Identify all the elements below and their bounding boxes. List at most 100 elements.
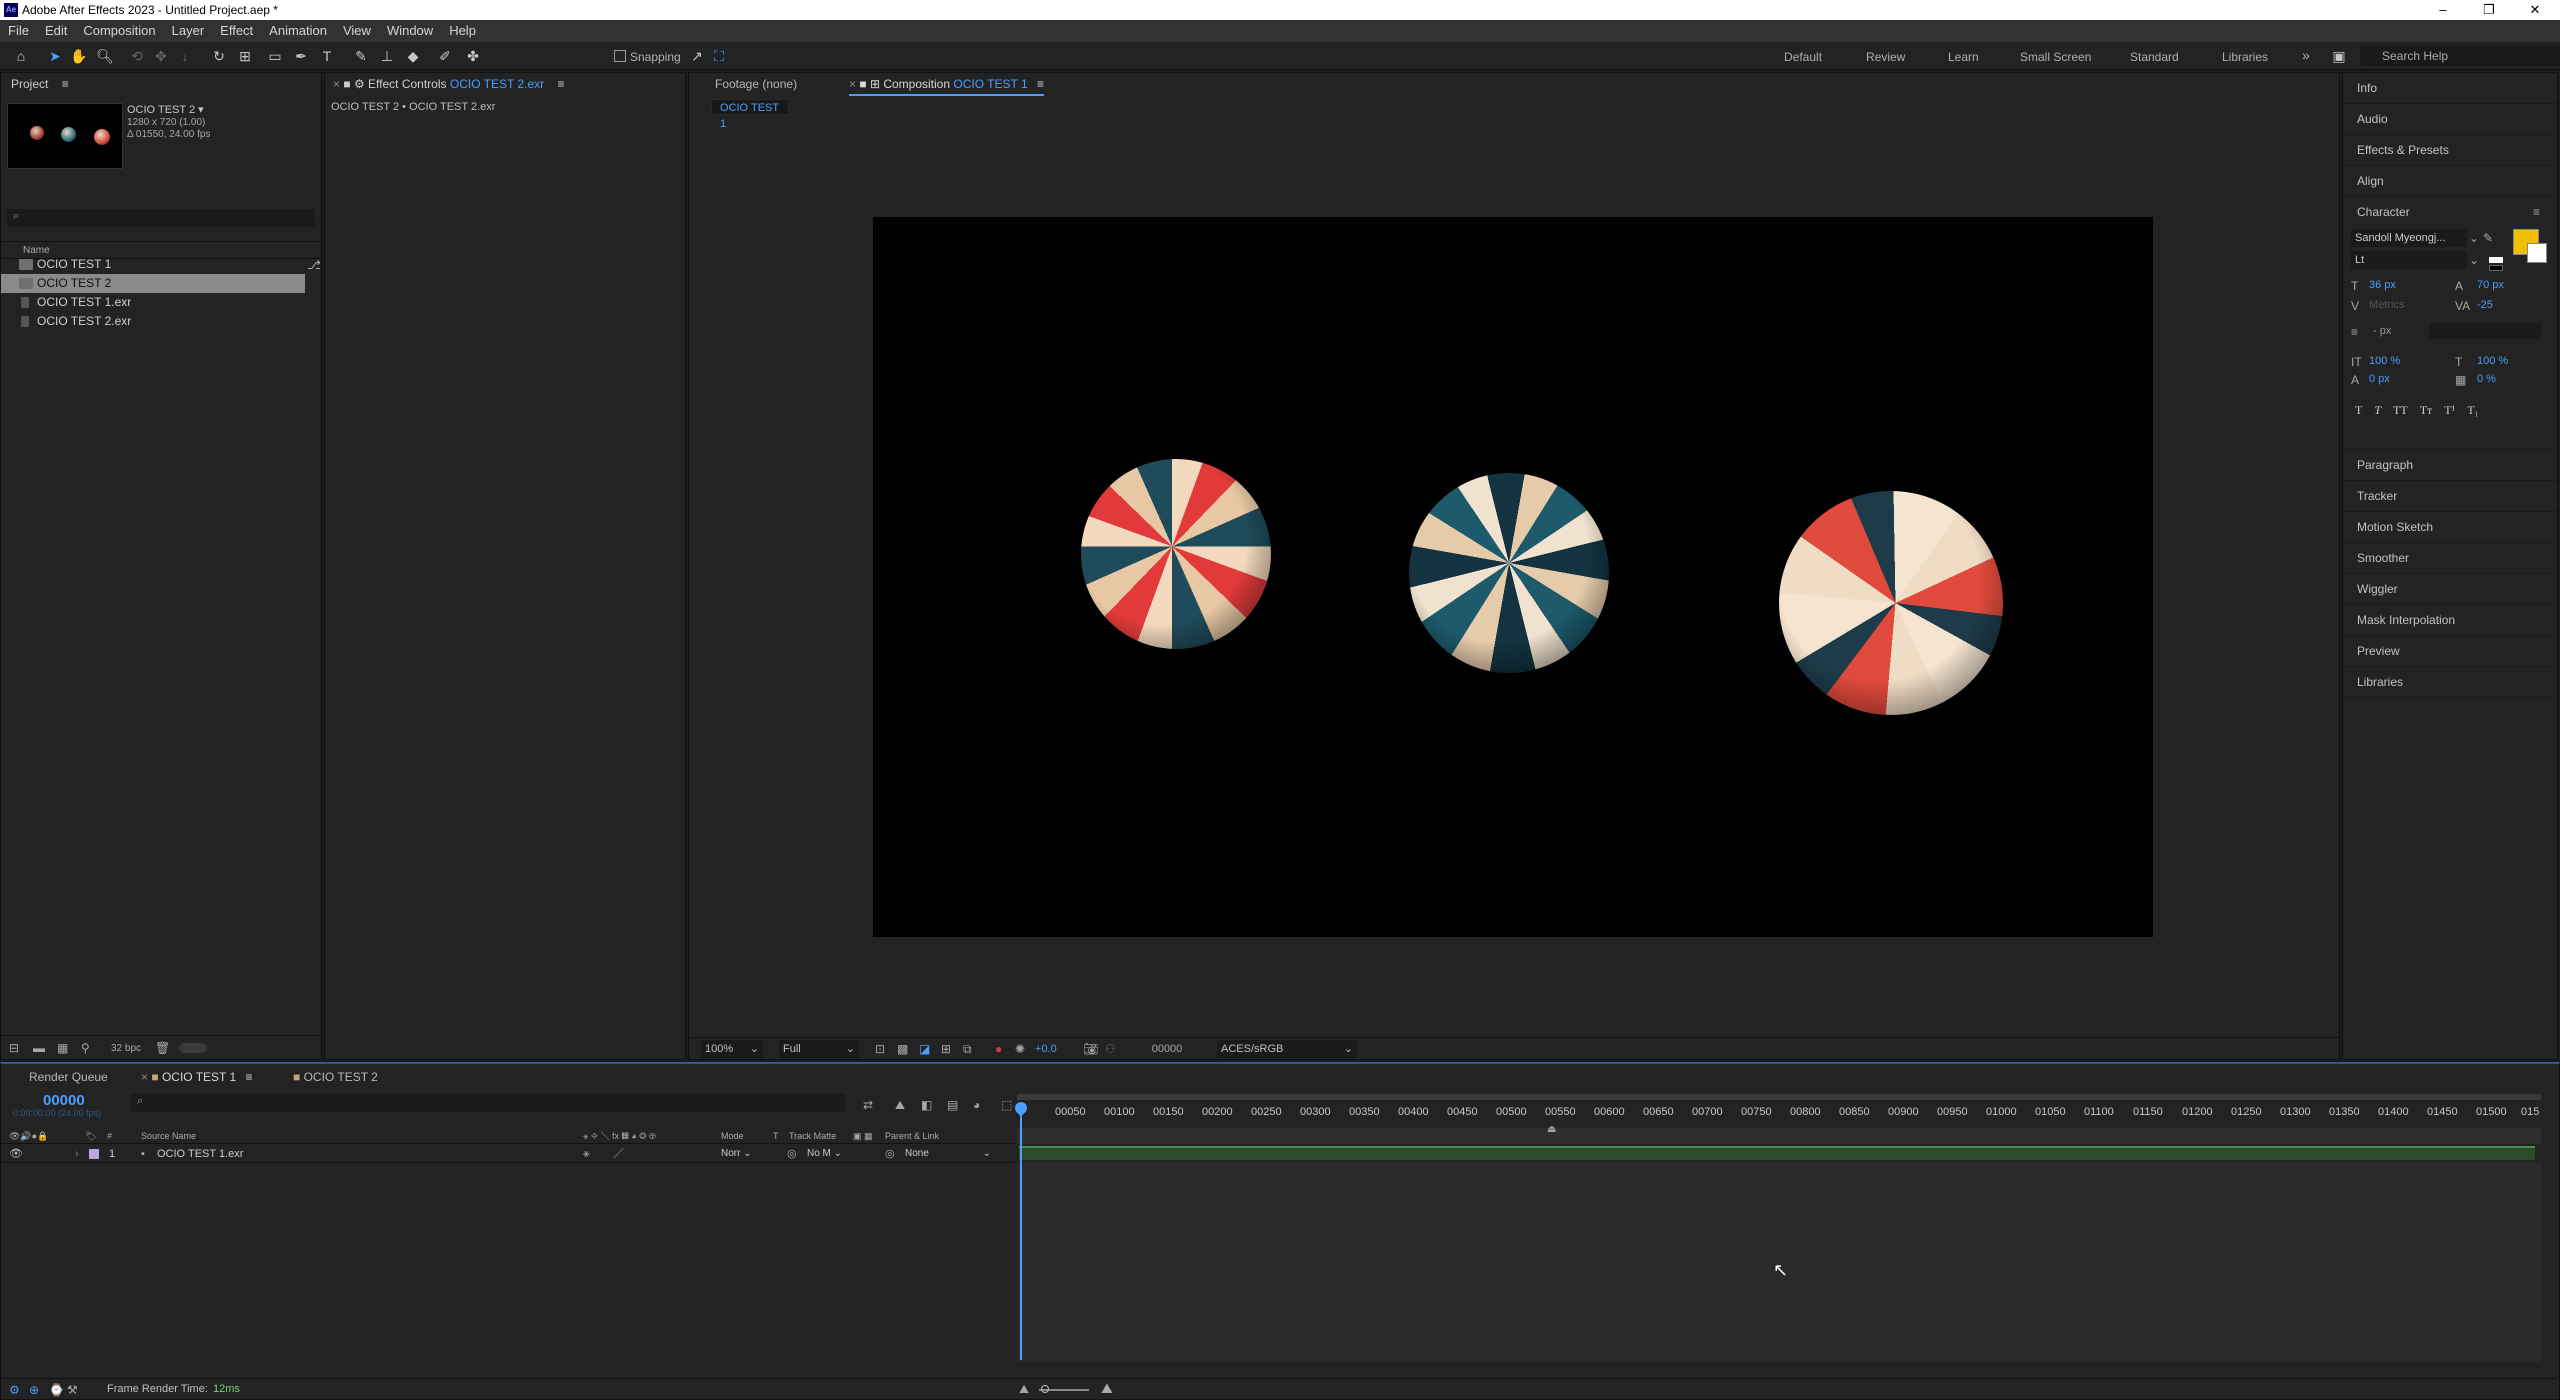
zoom-slider-thumb[interactable] [1041,1385,1049,1393]
in-out-toggle-icon[interactable]: ⌚ [49,1383,64,1397]
transfer-controls-toggle-icon[interactable]: ⊕ [29,1383,39,1397]
menu-animation[interactable]: Animation [261,20,335,42]
zoom-dropdown[interactable]: 100% ⌄ [701,1040,763,1058]
render-queue-tab[interactable]: Render Queue [29,1070,108,1084]
audio-panel-header[interactable]: Audio [2343,104,2557,135]
faux-bold-button[interactable]: T [2355,403,2362,417]
blend-mode-dropdown[interactable]: Norr ⌄ [721,1146,761,1162]
t-header[interactable]: T [773,1128,779,1144]
shy-layers-icon[interactable]: ◧ [921,1098,932,1112]
mask-interpolation-panel-header[interactable]: Mask Interpolation [2343,605,2557,636]
font-family-dropdown[interactable]: Sandoll Myeongj... [2351,229,2467,247]
faux-italic-button[interactable]: T [2374,403,2381,417]
horizontal-scale-value[interactable]: 100 % [2477,355,2508,367]
clone-tool-icon[interactable]: ⊥ [378,47,396,65]
workspace-small-screen[interactable]: Small Screen [2020,50,2091,64]
layer-name[interactable]: OCIO TEST 1.exr [157,1145,243,1163]
close-tab-icon[interactable]: × [849,77,859,91]
timeline-tab-active[interactable]: × ■ OCIO TEST 1 ≡ [141,1070,253,1084]
close-tab-icon[interactable]: × [333,77,343,91]
kerning-value[interactable]: Metrics [2369,299,2404,311]
leading-value[interactable]: 70 px [2477,279,2504,291]
project-item[interactable]: OCIO TEST 2.exr [1,312,305,331]
layer-switches-toggle-icon[interactable]: ⚙ [9,1383,20,1397]
vertical-scale-value[interactable]: 100 % [2369,355,2400,367]
layer-row[interactable]: 👁︎ › 1 ▪ OCIO TEST 1.exr ⚹ ／ Norr ⌄ ◎ No… [1,1145,1015,1163]
parent-dropdown[interactable]: None ⌄ [905,1146,991,1162]
expand-chevron-icon[interactable]: › [75,1145,79,1163]
adjust-icon[interactable]: ⚲ [81,1041,90,1055]
snap-target-icon[interactable]: ⛶ [710,47,728,65]
motion-blur-icon[interactable]: ◕ [973,1098,980,1112]
layer-duration-bar[interactable] [1019,1146,2535,1160]
baseline-shift-value[interactable]: 0 px [2369,373,2390,385]
selection-tool-icon[interactable]: ➤ [46,47,64,65]
panel-menu-icon[interactable]: ≡ [1037,77,1044,91]
matte-spiral-icon[interactable]: ◎ [787,1145,797,1163]
snap-option-icon[interactable]: ↗ [688,47,706,65]
bit-depth-label[interactable]: 32 bpc [111,1042,141,1056]
lock-icon[interactable]: ■ [859,77,870,91]
pen-tool-icon[interactable]: ✒ [292,47,310,65]
label-column-icon[interactable]: 🏷︎ [85,1128,96,1144]
menu-edit[interactable]: Edit [37,20,75,42]
parent-pickwhip-icon[interactable]: ◎ [885,1145,895,1163]
stroke-style-dropdown[interactable] [2429,323,2541,339]
black-swatch[interactable] [2489,265,2503,271]
character-panel-header[interactable]: Character [2343,197,2557,227]
lock-icon[interactable]: ■ [343,77,354,91]
composition-tab[interactable]: × ■ ⊞ Composition OCIO TEST 1 ≡ [849,77,1044,96]
work-area-bar[interactable] [1017,1094,2541,1100]
all-caps-button[interactable]: TT [2393,403,2408,417]
new-composition-icon[interactable]: ▦ [57,1041,68,1055]
layer-label-color[interactable] [89,1149,99,1159]
exposure-reset-icon[interactable]: ✺ [1015,1042,1025,1056]
menu-file[interactable]: File [0,20,37,42]
transparency-grid-icon[interactable]: ▩ [897,1042,908,1056]
chevron-down-icon[interactable]: ⌄ [2469,253,2479,267]
project-item[interactable]: OCIO TEST 2 [1,274,305,293]
rectangle-tool-icon[interactable]: ▭ [266,47,284,65]
workspace-learn[interactable]: Learn [1948,50,1979,64]
composition-canvas[interactable] [873,217,2153,937]
switches-header-icon[interactable]: ⚹ ✧ ＼ fx ▦ ◕ ◎ ⊕ [583,1128,656,1144]
graph-editor-icon[interactable]: ⬚ [1001,1098,1012,1112]
panel-menu-icon[interactable]: ≡ [2533,205,2540,219]
hand-tool-icon[interactable]: ✋ [70,47,88,65]
rotate-tool-icon[interactable]: ↻ [210,47,228,65]
menu-view[interactable]: View [335,20,379,42]
font-style-dropdown[interactable]: Lt [2351,251,2467,269]
info-panel-header[interactable]: Info [2343,73,2557,104]
brush-tool-icon[interactable]: ✎ [352,47,370,65]
effects-presets-panel-header[interactable]: Effects & Presets [2343,135,2557,166]
puppet-tool-icon[interactable]: ✤ [464,47,482,65]
orbit-tool-icon[interactable]: ⟲ [128,47,146,65]
render-time-toggle-icon[interactable]: ⚒ [67,1383,78,1397]
region-of-interest-icon[interactable]: ⊡ [875,1042,885,1056]
search-help-input[interactable]: Search Help [2360,46,2560,66]
project-item[interactable]: OCIO TEST 1.exr [1,293,305,312]
project-item[interactable]: OCIO TEST 1 [1,255,305,274]
viewer-timecode[interactable]: 00000 [1133,1040,1201,1058]
stroke-color-swatch[interactable] [2527,243,2547,263]
eraser-tool-icon[interactable]: ◆ [404,47,422,65]
tsume-value[interactable]: 0 % [2477,373,2496,385]
wiggler-panel-header[interactable]: Wiggler [2343,574,2557,605]
resolution-dropdown[interactable]: Full ⌄ [779,1040,859,1058]
mode-header[interactable]: Mode [721,1128,744,1144]
visibility-eye-icon[interactable]: 👁︎ [9,1145,23,1163]
home-icon[interactable]: ⌂ [12,47,30,65]
subscript-button[interactable]: T₁ [2467,403,2479,417]
end-marker-icon[interactable]: ⏏ [1547,1124,1556,1135]
track-matte-dropdown[interactable]: No M ⌄ [807,1146,847,1162]
minimize-button[interactable]: – [2420,0,2466,20]
pan-tool-icon[interactable]: ✥ [152,47,170,65]
current-time-display[interactable]: 00000 [43,1092,85,1109]
source-name-header[interactable]: Source Name [141,1128,196,1144]
project-tab[interactable]: Project ≡ [1,73,321,95]
flowchart-icon[interactable]: ⎇ [307,258,321,272]
small-caps-button[interactable]: Tт [2420,403,2433,417]
snapshot-icon[interactable]: 📷︎ [1083,1042,1098,1056]
marker-track[interactable] [1017,1128,2541,1144]
frame-blending-icon[interactable]: ▤ [947,1098,958,1112]
